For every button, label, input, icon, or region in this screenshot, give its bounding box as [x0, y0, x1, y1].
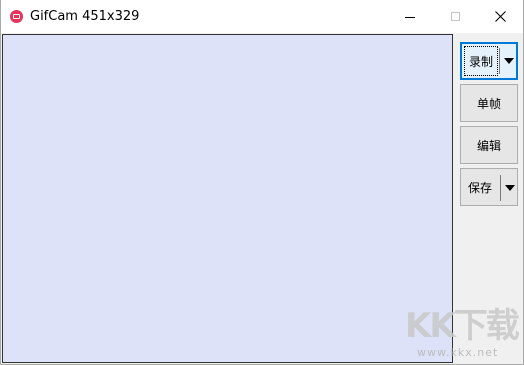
split-divider — [499, 48, 500, 74]
gifcam-icon — [10, 10, 23, 23]
single-frame-label: 单帧 — [476, 96, 501, 111]
close-button[interactable] — [478, 0, 524, 33]
save-label: 保存 — [467, 180, 492, 195]
close-icon — [495, 11, 506, 22]
window-title: GifCam 451x329 — [30, 9, 140, 24]
gifcam-window: GifCam 451x329 录制 单帧 编辑 保存 KK下载 www.kkx.… — [0, 0, 524, 365]
watermark-logo: KK下载 — [405, 306, 520, 346]
split-divider — [500, 175, 501, 201]
watermark: KK下载 www.kkx.net — [405, 306, 521, 362]
watermark-url: www.kkx.net — [417, 346, 499, 359]
title-bar[interactable]: GifCam 451x329 — [1, 0, 523, 33]
save-dropdown-icon[interactable] — [505, 185, 515, 191]
maximize-button — [433, 0, 479, 33]
single-frame-button[interactable]: 单帧 — [460, 84, 518, 122]
minimize-button[interactable] — [387, 0, 433, 33]
save-button[interactable]: 保存 — [460, 168, 518, 206]
capture-area[interactable] — [2, 34, 453, 363]
edit-button[interactable]: 编辑 — [460, 126, 518, 164]
edit-label: 编辑 — [476, 138, 501, 153]
record-button[interactable]: 录制 — [460, 42, 518, 80]
record-label: 录制 — [468, 54, 493, 69]
record-dropdown-icon[interactable] — [504, 58, 514, 64]
